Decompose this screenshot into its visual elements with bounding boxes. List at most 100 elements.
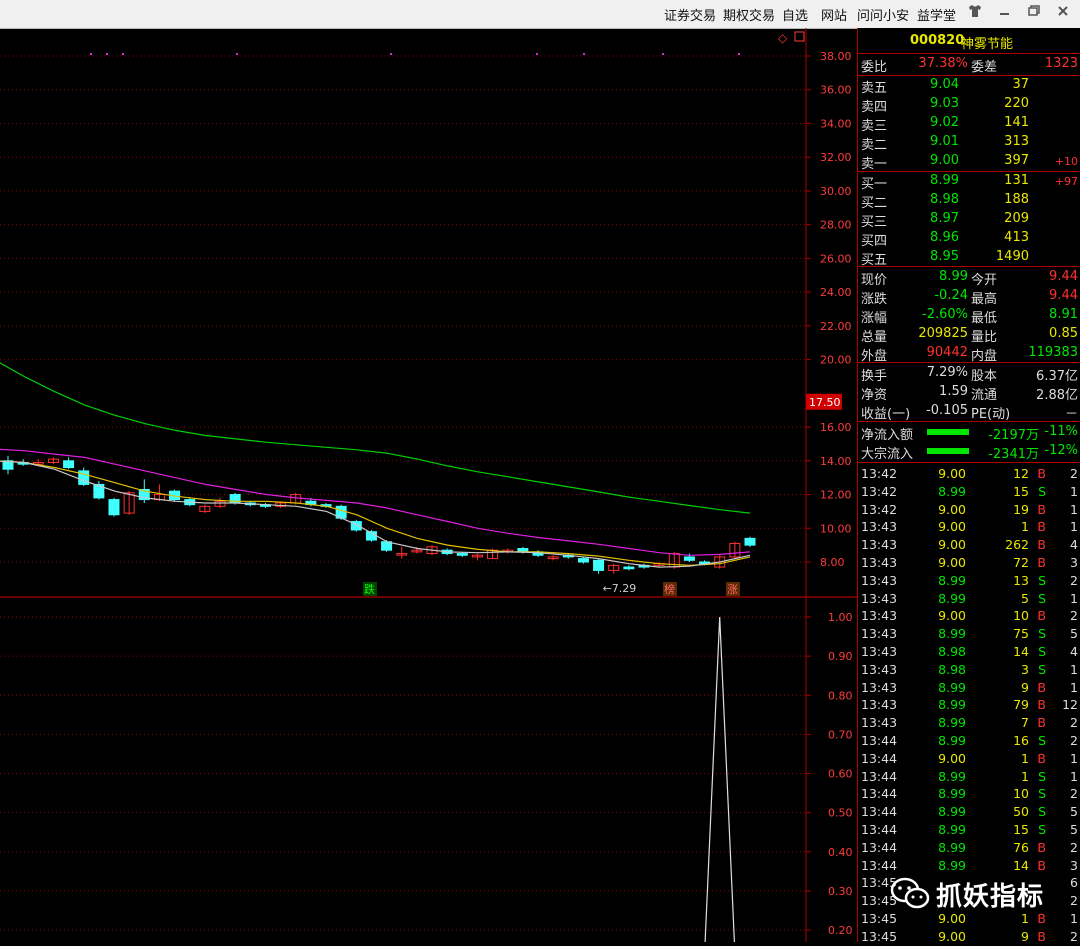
flow-row: 大宗流入 -2341万 -12% xyxy=(858,442,1080,462)
tick-volume: 12 xyxy=(1013,466,1029,481)
tick-price: 9.00 xyxy=(938,466,966,481)
tick-side: S xyxy=(1038,590,1046,606)
level-volume: 413 xyxy=(1004,230,1029,245)
tick-row[interactable]: 13:44 8.99 76 B 2 xyxy=(858,839,1080,857)
tick-row[interactable]: 13:44 8.99 16 S 2 xyxy=(858,732,1080,750)
tick-side: B xyxy=(1037,519,1046,535)
tick-row[interactable]: 13:43 8.99 79 B 12 xyxy=(858,696,1080,714)
quote-label: 量比 xyxy=(971,330,998,345)
fund-value: － xyxy=(1064,407,1078,422)
tick-count: 2 xyxy=(1070,786,1078,802)
tick-volume: 16 xyxy=(1013,733,1029,748)
tick-row[interactable]: 13:44 8.99 10 S 2 xyxy=(858,785,1080,803)
top-marker-dot xyxy=(106,53,108,55)
shirt-icon[interactable] xyxy=(968,4,982,22)
tick-count: 1 xyxy=(1070,750,1078,766)
indicator-line xyxy=(704,616,736,942)
restore-icon[interactable] xyxy=(1027,4,1041,22)
ask-row: 卖五 9.04 37 xyxy=(858,76,1080,96)
divider xyxy=(858,53,1080,54)
quote-value: -2.60% xyxy=(922,307,968,322)
quote-panel: 000820 神雾节能 委比 37.38% 委差 1323 卖五 9.04 37 卖四… xyxy=(857,28,1080,944)
tick-volume: 262 xyxy=(1005,537,1029,553)
tick-row[interactable]: 13:43 8.98 3 S 1 xyxy=(858,661,1080,679)
tick-volume: 79 xyxy=(1013,697,1029,713)
event-marker-label: 涨 xyxy=(727,583,738,596)
tick-side: B xyxy=(1037,697,1046,713)
level-price: 8.97 xyxy=(930,211,959,226)
bid-row: 买一 8.99 131 +97 xyxy=(858,172,1080,192)
tick-row[interactable]: 13:43 9.00 10 B 2 xyxy=(858,607,1080,625)
tick-row[interactable]: 13:43 9.00 1 B 1 xyxy=(858,518,1080,536)
tick-row[interactable]: 13:43 8.99 75 S 5 xyxy=(858,625,1080,643)
chart-area[interactable]: ◇ 38.00 36.00 34.00 32.00 30.00 28.00 26.00 24.0… xyxy=(0,28,857,942)
price-tick-label: 38.00 xyxy=(820,50,852,63)
tick-price: 8.99 xyxy=(938,822,966,837)
tick-price: 9.00 xyxy=(938,537,966,553)
tick-row[interactable]: 13:43 9.00 72 B 3 xyxy=(858,554,1080,572)
tick-row[interactable]: 13:44 8.99 50 S 5 xyxy=(858,803,1080,821)
tick-side: B xyxy=(1037,501,1046,517)
ask-row: 卖二 9.01 313 xyxy=(858,133,1080,153)
quote-label: 最低 xyxy=(971,311,998,326)
price-tick-label: 30.00 xyxy=(820,185,852,198)
tick-row[interactable]: 13:44 9.00 1 B 1 xyxy=(858,750,1080,768)
price-tick-label: 20.00 xyxy=(820,354,852,367)
tick-price: 8.99 xyxy=(938,857,966,873)
tick-row[interactable]: 13:43 8.99 13 S 2 xyxy=(858,572,1080,590)
tick-volume: 1 xyxy=(1021,768,1029,784)
indicator-tick-label: 0.50 xyxy=(828,807,853,820)
menu-website[interactable]: 网站 xyxy=(821,5,847,24)
menu-watchlist[interactable]: 自选 xyxy=(782,5,808,24)
tick-time: 13:44 xyxy=(861,733,898,748)
tick-row[interactable]: 13:44 8.99 15 S 5 xyxy=(858,821,1080,839)
minimize-icon[interactable] xyxy=(998,4,1012,22)
level-price: 8.96 xyxy=(930,230,959,245)
price-tick-label: 12.00 xyxy=(820,489,852,502)
tick-row[interactable]: 13:43 8.99 9 B 1 xyxy=(858,679,1080,697)
candle-body xyxy=(577,558,589,563)
menu-yixuetang[interactable]: 益学堂 xyxy=(917,5,956,24)
menu-ask-xiaoan[interactable]: 问问小安 xyxy=(857,5,909,24)
close-icon[interactable] xyxy=(1056,4,1070,22)
level-volume: 397 xyxy=(1004,153,1029,168)
divider xyxy=(858,421,1080,422)
tick-side: S xyxy=(1038,786,1046,802)
kline-chart[interactable]: ◇ 38.00 36.00 34.00 32.00 30.00 28.00 26.00 24.0… xyxy=(0,28,857,942)
tick-row[interactable]: 13:42 9.00 19 B 1 xyxy=(858,501,1080,519)
tick-row[interactable]: 13:43 8.98 14 S 4 xyxy=(858,643,1080,661)
level-volume: 131 xyxy=(1004,173,1029,188)
menu-securities-trading[interactable]: 证券交易 xyxy=(664,5,716,24)
tick-row[interactable]: 13:43 8.99 7 B 2 xyxy=(858,714,1080,732)
top-marker-dot xyxy=(122,53,124,55)
flow-label: 净流入额 xyxy=(861,428,914,443)
tick-row[interactable]: 13:45 9.00 9 B 2 xyxy=(858,928,1080,946)
indicator-tick-label: 0.90 xyxy=(828,650,853,663)
tick-row[interactable]: 13:43 9.00 262 B 4 xyxy=(858,536,1080,554)
price-tick-label: 8.00 xyxy=(820,556,845,569)
level-price: 9.00 xyxy=(930,153,959,168)
tick-count: 5 xyxy=(1070,626,1078,642)
stock-code: 000820 xyxy=(910,33,965,48)
quote-value: 119383 xyxy=(1028,345,1078,360)
tick-volume: 19 xyxy=(1013,501,1029,517)
tick-count: 2 xyxy=(1070,715,1078,731)
tick-time: 13:43 xyxy=(861,590,898,606)
tick-price: 8.99 xyxy=(938,483,966,499)
tick-row[interactable]: 13:42 9.00 12 B 2 xyxy=(858,465,1080,483)
fund-label: 股本 xyxy=(971,369,998,384)
flow-row: 净流入额 -2197万 -11% xyxy=(858,423,1080,443)
fundamental-row: 收益(一) -0.105 PE(动) － xyxy=(858,402,1080,422)
tick-row[interactable]: 13:42 8.99 15 S 1 xyxy=(858,483,1080,501)
indicator-tick-label: 0.20 xyxy=(828,924,853,937)
level-price: 9.03 xyxy=(930,96,959,111)
tick-row[interactable]: 13:44 8.99 1 S 1 xyxy=(858,768,1080,786)
crosshair-price-label: 17.50 xyxy=(809,396,841,409)
quote-row: 涨跌 -0.24 最高 9.44 xyxy=(858,287,1080,307)
menu-options-trading[interactable]: 期权交易 xyxy=(723,5,775,24)
divider xyxy=(858,362,1080,363)
top-marker-dot xyxy=(236,53,238,55)
tick-volume: 10 xyxy=(1013,786,1029,802)
tick-row[interactable]: 13:43 8.99 5 S 1 xyxy=(858,590,1080,608)
fundamental-row: 净资 1.59 流通 2.88亿 xyxy=(858,383,1080,403)
